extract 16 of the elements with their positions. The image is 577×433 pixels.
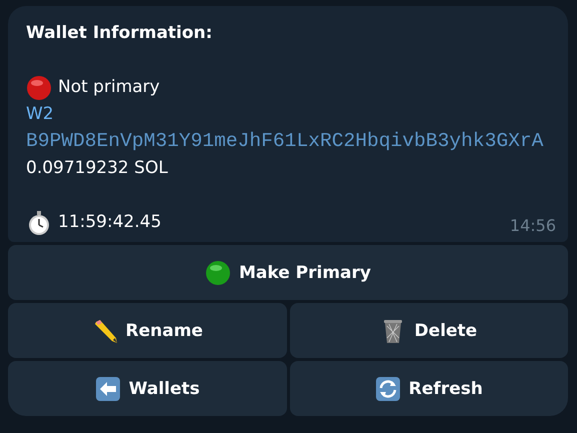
status-text: Not primary (58, 76, 160, 99)
wallet-address: B9PWD8EnVpM31Y91meJhF61LxRC2HbqivbB3yhk3GXrA (26, 129, 544, 154)
balance-text: 0.09719232 SOL (26, 157, 168, 180)
timer-text: 11:59:42.45 (58, 211, 162, 234)
stopwatch-icon (26, 210, 52, 236)
message-time: 14:56 (510, 216, 556, 236)
keyboard-button[interactable]: Refresh (290, 361, 568, 416)
keyboard-button[interactable]: Delete (290, 303, 568, 358)
wallet-name: W2 (26, 103, 54, 126)
message-title: Wallet Information: (26, 22, 214, 45)
primary-dot-icon (204, 260, 231, 286)
keyboard-button[interactable]: Wallets (8, 361, 286, 416)
keyboard-button[interactable]: Make Primary (8, 245, 568, 300)
status-dot-icon (26, 74, 52, 100)
keyboard-button[interactable]: Rename (8, 303, 286, 358)
refresh-icon (374, 376, 401, 402)
